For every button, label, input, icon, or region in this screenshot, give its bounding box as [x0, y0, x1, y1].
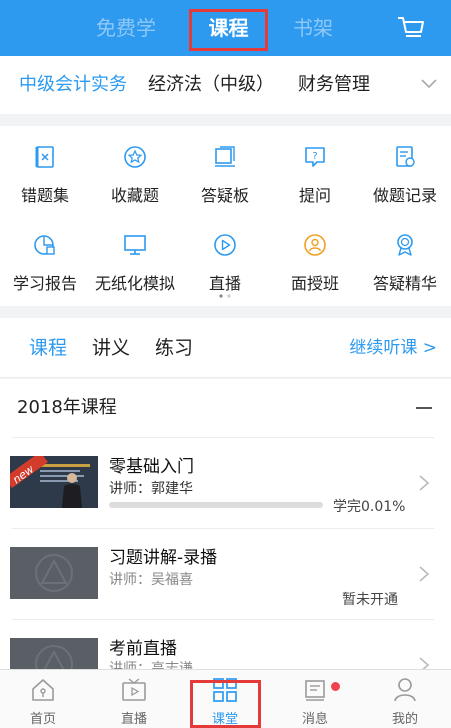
logo-placeholder-icon	[35, 554, 73, 592]
logo-placeholder-icon	[35, 645, 73, 669]
tool-label: 答疑板	[200, 186, 249, 205]
page-indicator	[219, 294, 231, 298]
course-status: 暂未开通	[342, 592, 398, 608]
course-teacher: 讲师：郭建华	[109, 481, 193, 497]
play-icon	[214, 234, 236, 256]
wrong-book-icon	[35, 146, 54, 168]
tool-label: 答疑精华	[372, 274, 437, 293]
user-icon	[394, 678, 416, 702]
board-icon	[215, 146, 235, 167]
message-icon	[305, 680, 325, 701]
tool-label: 收藏题	[110, 186, 159, 205]
course-tabs: 课程 讲义 练习 继续听课 >	[0, 318, 451, 378]
tool-label: 直播	[208, 274, 241, 293]
nav-label: 首页	[29, 712, 56, 727]
tab-course[interactable]: 课程	[29, 318, 67, 378]
svg-text:?: ?	[312, 151, 317, 162]
course-thumbnail: new	[10, 456, 98, 508]
badge-icon	[397, 234, 413, 256]
nav-mine[interactable]: 我的	[365, 670, 445, 728]
tv-icon	[122, 678, 146, 701]
course-title: 零基础入门	[109, 457, 194, 477]
tool-wrong-questions[interactable]: 错题集	[0, 144, 90, 224]
nav-label: 我的	[391, 712, 418, 727]
continue-listening-link[interactable]: 继续听课 >	[349, 318, 437, 378]
report-icon	[34, 235, 55, 255]
course-item[interactable]: 考前直播 讲师：高志谦	[0, 620, 451, 669]
unread-badge	[331, 682, 340, 691]
progress-bar	[109, 502, 323, 508]
tool-qa-board[interactable]: 答疑板	[180, 144, 270, 224]
tool-label: 错题集	[20, 186, 69, 205]
nav-home[interactable]: 首页	[3, 670, 83, 728]
nav-messages[interactable]: 消息	[275, 670, 355, 728]
nav-label: 直播	[120, 712, 147, 727]
tool-face-to-face-class[interactable]: 面授班	[270, 232, 360, 312]
course-item[interactable]: new 零基础入门 讲师：郭建华 学完0.01%	[0, 438, 451, 528]
home-icon	[32, 679, 54, 701]
tab-bookshelf[interactable]: 书架	[283, 0, 343, 56]
course-item[interactable]: 习题讲解-录播 讲师：吴福喜 暂未开通	[0, 529, 451, 619]
year-group-title: 2018年课程	[17, 397, 117, 418]
person-icon	[304, 234, 326, 256]
tab-handouts[interactable]: 讲义	[92, 318, 130, 378]
highlight-box-courses-tab	[189, 9, 268, 51]
tool-grid: 错题集 收藏题 答疑板 ? 提问 做题记录 学习报告 无纸化模拟 直播 面授班 …	[0, 126, 451, 306]
course-title: 考前直播	[109, 639, 177, 659]
tab-free-study[interactable]: 免费学	[86, 0, 166, 56]
course-thumbnail	[10, 638, 98, 669]
tool-qa-highlights[interactable]: 答疑精华	[360, 232, 450, 312]
nav-live[interactable]: 直播	[94, 670, 174, 728]
course-teacher: 讲师：吴福喜	[109, 572, 193, 588]
subject-tab-financial-management[interactable]: 财务管理	[298, 56, 370, 114]
subject-tabs: 中级会计实务 经济法（中级） 财务管理	[0, 56, 451, 114]
tool-ask-question[interactable]: ? 提问	[270, 144, 360, 224]
star-icon	[124, 146, 146, 168]
course-list: 2018年课程 new 零基础入门 讲师：郭建华 学完0.01% 习题讲解-录播…	[0, 379, 451, 669]
chevron-down-icon[interactable]	[421, 78, 437, 90]
tool-label: 无纸化模拟	[94, 274, 175, 293]
course-title: 习题讲解-录播	[109, 548, 218, 568]
chevron-right-icon	[419, 566, 430, 582]
subject-tab-intermediate-accounting[interactable]: 中级会计实务	[19, 56, 127, 114]
tool-live[interactable]: 直播	[180, 232, 270, 312]
chevron-right-icon	[419, 657, 430, 669]
monitor-icon	[124, 235, 146, 255]
course-status: 学完0.01%	[333, 499, 406, 515]
tool-paperless-mock[interactable]: 无纸化模拟	[90, 232, 180, 312]
tool-favorites[interactable]: 收藏题	[90, 144, 180, 224]
tool-label: 面授班	[290, 274, 339, 293]
question-icon: ?	[305, 147, 325, 167]
tool-study-report[interactable]: 学习报告	[0, 232, 90, 312]
tool-label: 做题记录	[372, 186, 437, 205]
record-icon	[396, 146, 415, 167]
course-teacher: 讲师：高志谦	[109, 661, 193, 669]
highlight-box-classroom-nav	[190, 680, 261, 728]
collapse-icon[interactable]	[416, 407, 432, 409]
chevron-right-icon	[419, 475, 430, 491]
course-thumbnail	[10, 547, 98, 599]
tool-label: 提问	[298, 186, 331, 205]
subject-tab-economic-law[interactable]: 经济法（中级）	[148, 56, 274, 114]
nav-label: 消息	[301, 712, 328, 727]
tool-label: 学习报告	[12, 274, 77, 293]
cart-icon[interactable]	[396, 14, 426, 42]
tab-practice[interactable]: 练习	[155, 318, 193, 378]
tool-practice-records[interactable]: 做题记录	[360, 144, 450, 224]
